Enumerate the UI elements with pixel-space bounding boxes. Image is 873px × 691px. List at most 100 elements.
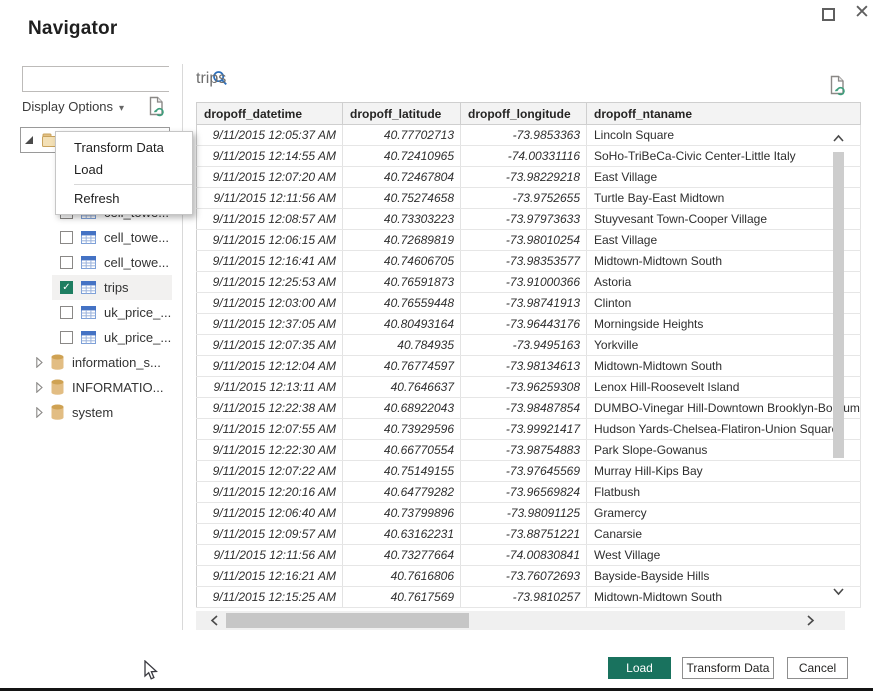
cell-dropoff_datetime: 9/11/2015 12:07:35 AM bbox=[197, 335, 343, 356]
cell-dropoff_longitude: -73.9752655 bbox=[461, 188, 587, 209]
table-icon bbox=[81, 281, 96, 294]
cell-dropoff_datetime: 9/11/2015 12:25:53 AM bbox=[197, 272, 343, 293]
cell-dropoff_longitude: -73.9810257 bbox=[461, 587, 587, 608]
tree-item-informatio-[interactable]: INFORMATIO... bbox=[20, 375, 172, 400]
checkbox[interactable] bbox=[60, 231, 73, 244]
load-button[interactable]: Load bbox=[608, 657, 671, 679]
cell-dropoff_latitude: 40.73929596 bbox=[343, 419, 461, 440]
cell-dropoff_longitude: -73.88751221 bbox=[461, 524, 587, 545]
cancel-button[interactable]: Cancel bbox=[787, 657, 848, 679]
cell-dropoff_latitude: 40.73277664 bbox=[343, 545, 461, 566]
cell-dropoff_datetime: 9/11/2015 12:20:16 AM bbox=[197, 482, 343, 503]
cell-dropoff_longitude: -73.76072693 bbox=[461, 566, 587, 587]
refresh-preview-icon[interactable] bbox=[828, 75, 847, 98]
cell-dropoff_datetime: 9/11/2015 12:16:21 AM bbox=[197, 566, 343, 587]
cell-dropoff_longitude: -73.96569824 bbox=[461, 482, 587, 503]
display-options-dropdown[interactable]: Display Options▾ bbox=[22, 99, 124, 114]
tree-item-system[interactable]: system bbox=[20, 400, 172, 425]
preview-table-header-row: dropoff_datetimedropoff_latitudedropoff_… bbox=[197, 103, 861, 125]
cell-dropoff_ntaname: DUMBO-Vinegar Hill-Downtown Brooklyn-Boe… bbox=[587, 398, 861, 419]
horizontal-scrollbar-thumb[interactable] bbox=[226, 613, 469, 628]
cell-dropoff_datetime: 9/11/2015 12:07:55 AM bbox=[197, 419, 343, 440]
cell-dropoff_longitude: -73.98134613 bbox=[461, 356, 587, 377]
scroll-down-icon[interactable] bbox=[832, 585, 845, 598]
table-icon bbox=[81, 331, 96, 344]
cell-dropoff_longitude: -73.97645569 bbox=[461, 461, 587, 482]
cell-dropoff_latitude: 40.784935 bbox=[343, 335, 461, 356]
tree-item-cell-towe-[interactable]: cell_towe... bbox=[52, 225, 172, 250]
database-icon bbox=[51, 404, 64, 421]
table-icon bbox=[81, 256, 96, 269]
close-icon[interactable]: ✕ bbox=[851, 2, 873, 24]
menu-separator bbox=[74, 184, 192, 185]
chevron-right-icon[interactable] bbox=[36, 357, 43, 368]
cell-dropoff_datetime: 9/11/2015 12:15:25 AM bbox=[197, 587, 343, 608]
checkbox[interactable] bbox=[60, 256, 73, 269]
table-row: 9/11/2015 12:11:56 AM40.75274658-73.9752… bbox=[197, 188, 861, 209]
expander-expanded-icon[interactable] bbox=[25, 136, 34, 145]
vertical-scrollbar-thumb[interactable] bbox=[833, 152, 844, 458]
table-row: 9/11/2015 12:03:00 AM40.76559448-73.9874… bbox=[197, 293, 861, 314]
refresh-preview-icon[interactable] bbox=[147, 96, 166, 119]
table-row: 9/11/2015 12:15:25 AM40.7617569-73.98102… bbox=[197, 587, 861, 608]
table-row: 9/11/2015 12:14:55 AM40.72410965-74.0033… bbox=[197, 146, 861, 167]
column-header-dropoff_latitude: dropoff_latitude bbox=[343, 103, 461, 125]
cell-dropoff_ntaname: Murray Hill-Kips Bay bbox=[587, 461, 861, 482]
cell-dropoff_datetime: 9/11/2015 12:09:57 AM bbox=[197, 524, 343, 545]
tree-item-uk-price-[interactable]: uk_price_... bbox=[52, 300, 172, 325]
preview-table: dropoff_datetimedropoff_latitudedropoff_… bbox=[196, 102, 861, 608]
cell-dropoff_ntaname: Gramercy bbox=[587, 503, 861, 524]
cell-dropoff_longitude: -73.97973633 bbox=[461, 209, 587, 230]
cell-dropoff_longitude: -73.98229218 bbox=[461, 167, 587, 188]
cell-dropoff_ntaname: Bayside-Bayside Hills bbox=[587, 566, 861, 587]
checkbox[interactable]: ✓ bbox=[60, 281, 73, 294]
cell-dropoff_datetime: 9/11/2015 12:13:11 AM bbox=[197, 377, 343, 398]
tree-item-uk-price-[interactable]: uk_price_... bbox=[52, 325, 172, 350]
scroll-right-icon[interactable] bbox=[804, 614, 817, 627]
scroll-up-icon[interactable] bbox=[832, 132, 845, 145]
cell-dropoff_ntaname: Morningside Heights bbox=[587, 314, 861, 335]
cell-dropoff_latitude: 40.76591873 bbox=[343, 272, 461, 293]
tree-item-label: cell_towe... bbox=[104, 255, 169, 270]
cell-dropoff_latitude: 40.73799896 bbox=[343, 503, 461, 524]
cell-dropoff_longitude: -73.96443176 bbox=[461, 314, 587, 335]
navigator-tree: cell_towe...cell_towe...cell_towe...✓tri… bbox=[20, 200, 172, 425]
search-box[interactable] bbox=[22, 66, 169, 92]
cell-dropoff_ntaname: Hudson Yards-Chelsea-Flatiron-Union Squa… bbox=[587, 419, 861, 440]
cell-dropoff_longitude: -73.98010254 bbox=[461, 230, 587, 251]
tree-item-label: cell_towe... bbox=[104, 230, 169, 245]
chevron-right-icon[interactable] bbox=[36, 407, 43, 418]
scroll-left-icon[interactable] bbox=[208, 614, 221, 627]
cell-dropoff_longitude: -73.98741913 bbox=[461, 293, 587, 314]
table-row: 9/11/2015 12:05:37 AM40.77702713-73.9853… bbox=[197, 125, 861, 146]
column-header-dropoff_longitude: dropoff_longitude bbox=[461, 103, 587, 125]
cell-dropoff_longitude: -74.00331116 bbox=[461, 146, 587, 167]
cell-dropoff_ntaname: Stuyvesant Town-Cooper Village bbox=[587, 209, 861, 230]
context-menu: Transform DataLoad Refresh bbox=[55, 131, 193, 215]
checkbox[interactable] bbox=[60, 306, 73, 319]
cell-dropoff_datetime: 9/11/2015 12:37:05 AM bbox=[197, 314, 343, 335]
cell-dropoff_datetime: 9/11/2015 12:05:37 AM bbox=[197, 125, 343, 146]
menu-item-refresh[interactable]: Refresh bbox=[56, 188, 192, 210]
cell-dropoff_latitude: 40.76559448 bbox=[343, 293, 461, 314]
cell-dropoff_longitude: -73.98754883 bbox=[461, 440, 587, 461]
transform-data-button[interactable]: Transform Data bbox=[682, 657, 774, 679]
maximize-icon[interactable] bbox=[822, 8, 835, 21]
checkbox[interactable] bbox=[60, 331, 73, 344]
cell-dropoff_latitude: 40.7646637 bbox=[343, 377, 461, 398]
chevron-right-icon[interactable] bbox=[36, 382, 43, 393]
horizontal-scrollbar[interactable] bbox=[196, 611, 845, 630]
vertical-scrollbar[interactable] bbox=[831, 124, 846, 607]
table-row: 9/11/2015 12:11:56 AM40.73277664-74.0083… bbox=[197, 545, 861, 566]
table-row: 9/11/2015 12:07:22 AM40.75149155-73.9764… bbox=[197, 461, 861, 482]
tree-item-information-s-[interactable]: information_s... bbox=[20, 350, 172, 375]
menu-item-transform-data[interactable]: Transform Data bbox=[56, 137, 192, 159]
cell-dropoff_ntaname: Park Slope-Gowanus bbox=[587, 440, 861, 461]
table-row: 9/11/2015 12:13:11 AM40.7646637-73.96259… bbox=[197, 377, 861, 398]
tree-item-cell-towe-[interactable]: cell_towe... bbox=[52, 250, 172, 275]
menu-item-load[interactable]: Load bbox=[56, 159, 192, 181]
display-options-label: Display Options bbox=[22, 99, 113, 114]
tree-item-trips[interactable]: ✓trips bbox=[52, 275, 172, 300]
cell-dropoff_datetime: 9/11/2015 12:07:20 AM bbox=[197, 167, 343, 188]
cell-dropoff_latitude: 40.68922043 bbox=[343, 398, 461, 419]
